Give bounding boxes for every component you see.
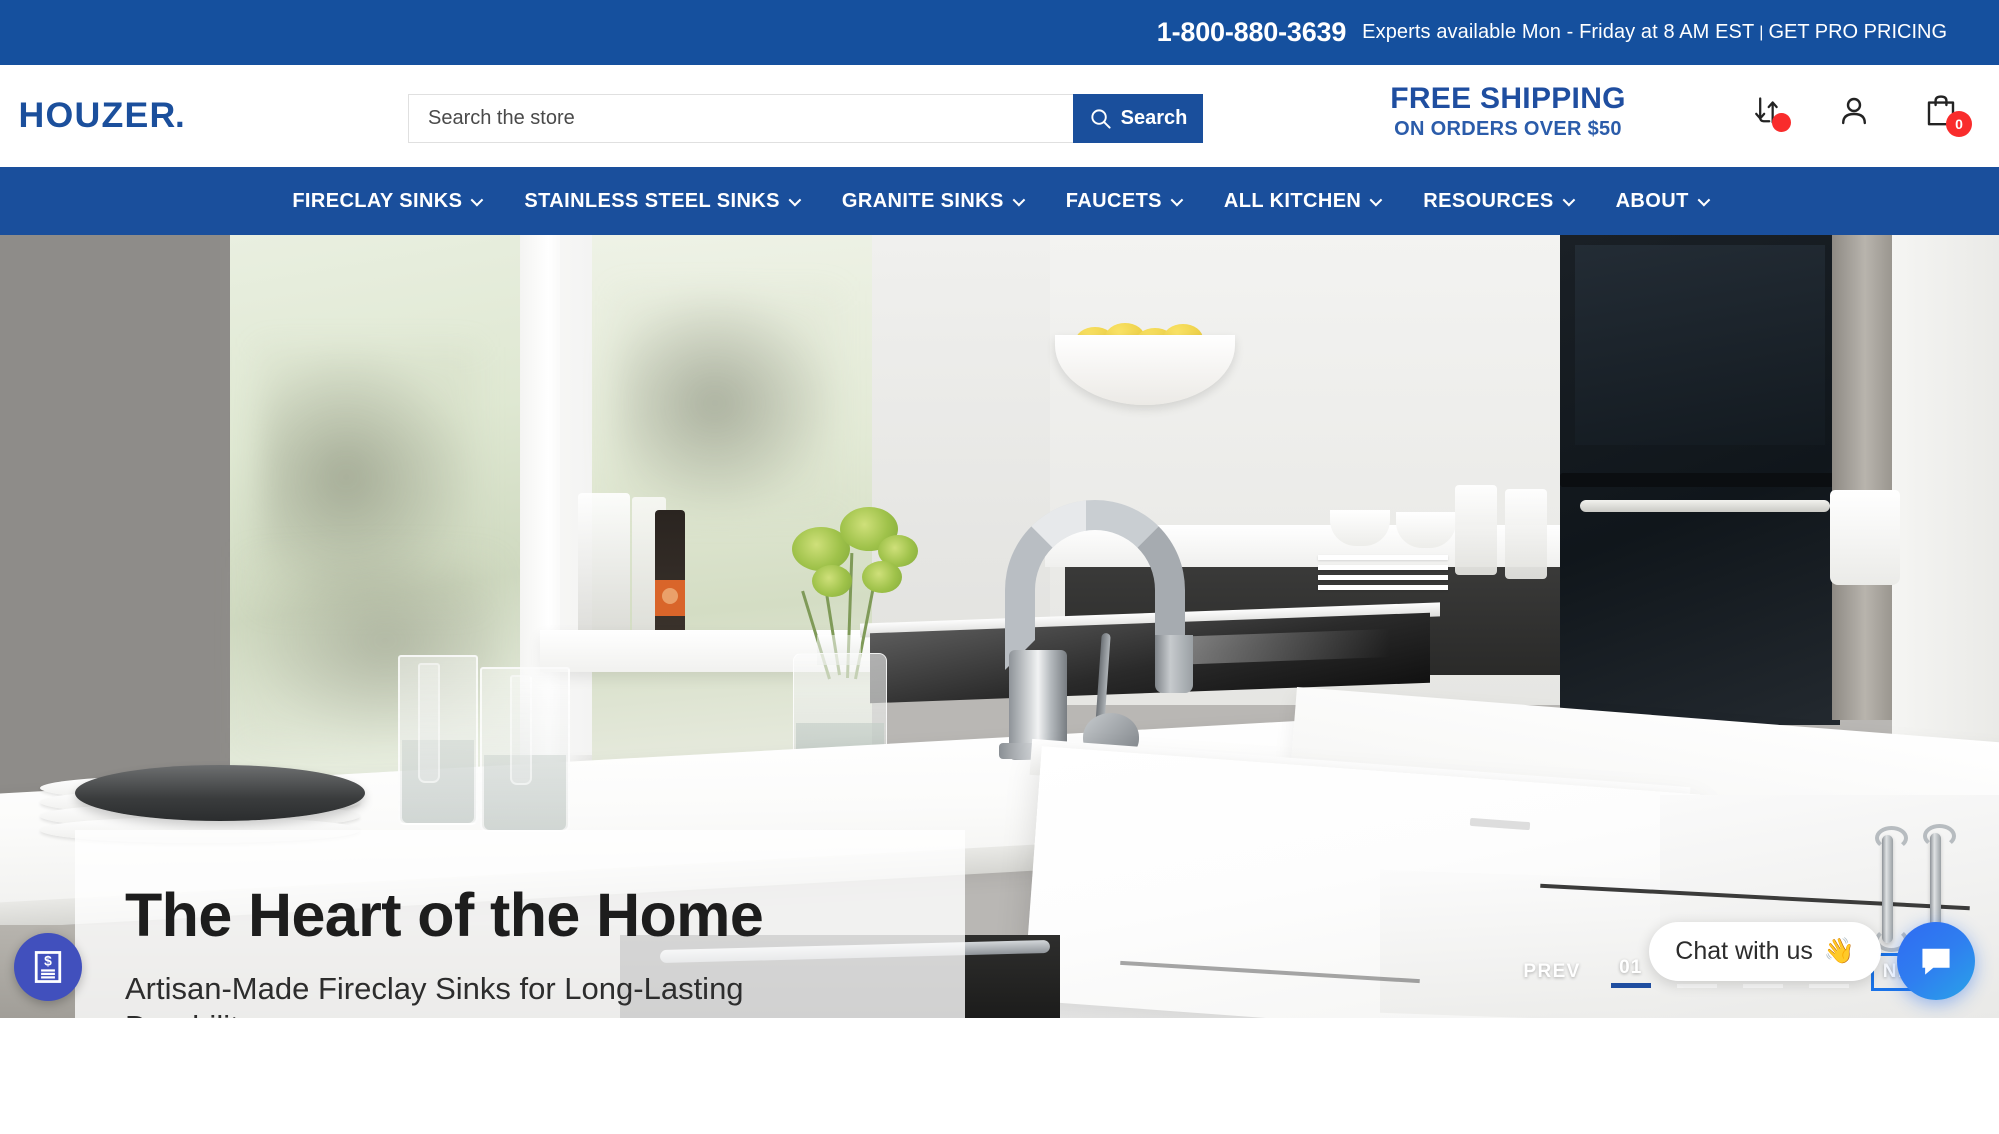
nav-item-about[interactable]: ABOUT: [1594, 190, 1729, 213]
cart-item-count-badge: 0: [1946, 111, 1972, 137]
nav-label: GRANITE SINKS: [841, 189, 1004, 212]
search-bar: Search: [408, 94, 1203, 143]
topbar-separator: |: [1759, 23, 1764, 41]
nav-item-stainless-steel-sinks[interactable]: STAINLESS STEEL SINKS: [502, 190, 819, 213]
chevron-down-icon: [1369, 193, 1383, 206]
support-phone-number[interactable]: 1-800-880-3639: [1157, 17, 1347, 48]
search-button-label: Search: [1120, 107, 1188, 129]
nav-label: RESOURCES: [1423, 189, 1554, 212]
hero-headline: The Heart of the Home: [125, 881, 764, 949]
waving-hand-icon: 👋: [1823, 937, 1855, 965]
promo-headline: FREE SHIPPING: [1390, 82, 1626, 115]
invoice-dollar-icon: $: [34, 951, 62, 983]
chevron-down-icon: [1562, 193, 1575, 206]
search-button[interactable]: Search: [1073, 94, 1203, 143]
header-icon-group: 0: [1745, 87, 1972, 137]
nav-label: FIRECLAY SINKS: [292, 189, 463, 212]
account-button[interactable]: [1832, 87, 1876, 135]
promo-subline: ON ORDERS OVER $50: [1394, 117, 1622, 140]
nav-label: ALL KITCHEN: [1223, 189, 1362, 212]
svg-text:$: $: [44, 953, 52, 969]
nav-label: STAINLESS STEEL SINKS: [524, 189, 780, 212]
main-navigation: FIRECLAY SINKS STAINLESS STEEL SINKS GRA…: [0, 167, 1999, 235]
cart-button[interactable]: 0: [1919, 87, 1972, 137]
nav-item-resources[interactable]: RESOURCES: [1401, 190, 1593, 213]
carousel-slide-1[interactable]: 01: [1610, 957, 1651, 988]
houzer-logo[interactable]: HOUZER .: [18, 96, 250, 136]
nav-item-faucets[interactable]: FAUCETS: [1044, 190, 1202, 213]
chevron-down-icon: [1012, 193, 1026, 206]
nav-item-granite-sinks[interactable]: GRANITE SINKS: [820, 190, 1044, 213]
site-header: HOUZER . Search FREE SHIPPING ON ORDERS …: [0, 65, 1999, 167]
compare-button[interactable]: [1745, 87, 1791, 135]
page-content-below-hero: [0, 1018, 1999, 1134]
chat-prompt-bubble[interactable]: Chat with us 👋: [1649, 922, 1881, 981]
nav-item-fireclay-sinks[interactable]: FIRECLAY SINKS: [270, 190, 502, 213]
carousel-prev-button[interactable]: PREV: [1519, 957, 1584, 987]
request-quote-badge[interactable]: $: [14, 933, 82, 1001]
hero-text-panel: The Heart of the Home Artisan-Made Firec…: [75, 830, 965, 1018]
announcement-bar: 1-800-880-3639 Experts available Mon - F…: [0, 0, 1999, 65]
user-account-icon: [1842, 97, 1866, 125]
chat-launcher-button[interactable]: [1897, 922, 1975, 1000]
search-input[interactable]: [408, 94, 1073, 143]
chevron-down-icon: [470, 193, 484, 206]
get-pro-pricing-link[interactable]: GET PRO PRICING: [1768, 21, 1947, 44]
logo-wordmark: HOUZER: [18, 96, 177, 135]
hero-carousel: The Heart of the Home Artisan-Made Firec…: [0, 235, 1999, 1018]
nav-item-all-kitchen[interactable]: ALL KITCHEN: [1202, 190, 1401, 213]
free-shipping-promo: FREE SHIPPING ON ORDERS OVER $50: [1343, 83, 1673, 140]
support-hours-text: Experts available Mon - Friday at 8 AM E…: [1362, 21, 1755, 43]
chat-message-icon: [1922, 948, 1950, 975]
chat-prompt-text: Chat with us: [1675, 937, 1813, 965]
hero-subheadline: Artisan-Made Fireclay Sinks for Long-Las…: [125, 971, 744, 1018]
search-icon: [1091, 109, 1111, 129]
chevron-down-icon: [1170, 193, 1184, 206]
chevron-down-icon: [1697, 193, 1710, 206]
nav-label: ABOUT: [1615, 189, 1689, 212]
nav-label: FAUCETS: [1065, 189, 1162, 212]
compare-indicator-dot: [1772, 113, 1791, 132]
chevron-down-icon: [788, 193, 802, 206]
